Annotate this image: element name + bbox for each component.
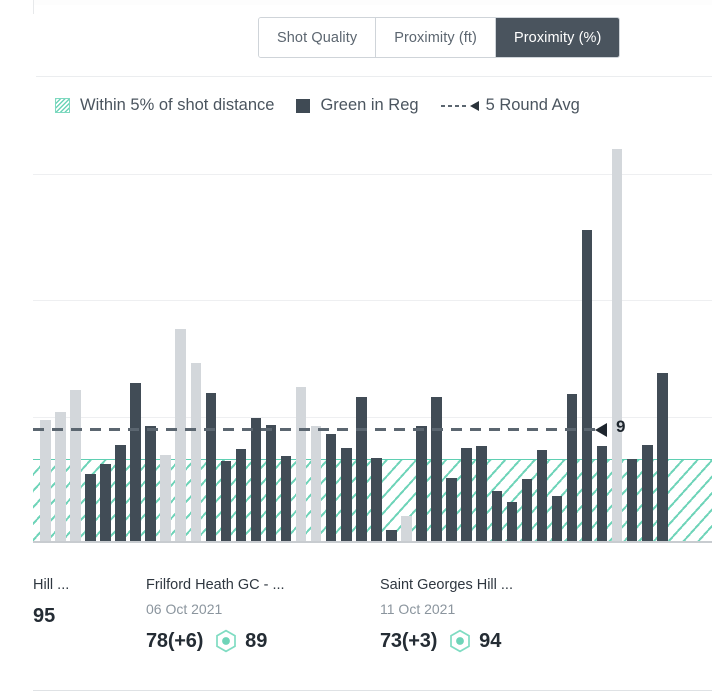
bar-green-reg-26[interactable]	[431, 397, 442, 541]
bar-green-reg-31[interactable]	[507, 502, 518, 541]
bar-green-reg-22[interactable]	[371, 458, 382, 541]
bar-within-0[interactable]	[40, 420, 51, 541]
round-date: 06 Oct 2021	[146, 601, 346, 618]
proximity-chart-panel: Shot QualityProximity (ft)Proximity (%) …	[0, 0, 712, 698]
toggle-option-1[interactable]: Proximity (ft)	[376, 18, 496, 57]
bar-green-reg-35[interactable]	[567, 394, 578, 541]
legend-item-1: Green in Reg	[296, 96, 418, 115]
bar-green-reg-5[interactable]	[115, 445, 126, 541]
bar-green-reg-16[interactable]	[281, 456, 292, 541]
round-metric-value: 89	[245, 630, 267, 653]
bar-green-reg-30[interactable]	[492, 491, 503, 541]
legend-item-2: 5 Round Avg	[441, 96, 580, 115]
round-score: 78(+6)	[146, 630, 203, 653]
metric-toggle-group[interactable]: Shot QualityProximity (ft)Proximity (%)	[258, 17, 620, 58]
gridline-1	[33, 300, 712, 301]
average-line-marker-icon	[595, 423, 607, 437]
hex-dot-icon	[215, 629, 237, 653]
bar-green-reg-21[interactable]	[356, 397, 367, 541]
round-stats: 73(+3) 94	[380, 629, 580, 653]
round-stats: 95	[33, 605, 133, 628]
bar-within-10[interactable]	[191, 363, 202, 541]
bar-green-reg-13[interactable]	[236, 449, 247, 541]
bar-within-2[interactable]	[70, 390, 81, 541]
round-course-name: Hill ...	[33, 576, 133, 594]
round-metric-value: 94	[479, 630, 501, 653]
bar-green-reg-34[interactable]	[552, 496, 563, 541]
toggle-option-0[interactable]: Shot Quality	[259, 18, 376, 57]
x-axis-baseline	[33, 541, 712, 543]
round-course-name: Frilford Heath GC - ...	[146, 576, 346, 594]
bar-green-reg-20[interactable]	[341, 448, 352, 541]
bar-green-reg-36[interactable]	[582, 230, 593, 541]
bar-green-reg-28[interactable]	[461, 448, 472, 541]
bar-green-reg-37[interactable]	[597, 446, 608, 541]
bar-within-24[interactable]	[401, 516, 412, 541]
toggle-option-2[interactable]: Proximity (%)	[496, 18, 620, 57]
bar-green-reg-15[interactable]	[266, 425, 277, 541]
round-stats: 78(+6) 89	[146, 629, 346, 653]
bar-green-reg-32[interactable]	[522, 479, 533, 541]
legend-label: Green in Reg	[320, 96, 418, 115]
bar-green-reg-12[interactable]	[221, 461, 232, 541]
panel-top-strip	[34, 0, 712, 5]
round-card-0[interactable]: Hill ... 95	[33, 576, 133, 628]
bar-within-8[interactable]	[160, 455, 171, 541]
round-label-row: Hill ... 95 Frilford Heath GC - ... 06 Oct …	[0, 576, 712, 676]
bar-green-reg-7[interactable]	[145, 426, 156, 541]
bar-green-reg-23[interactable]	[386, 530, 397, 541]
hex-dot-icon	[449, 629, 471, 653]
bar-green-reg-39[interactable]	[627, 459, 638, 541]
bar-green-reg-40[interactable]	[642, 445, 653, 541]
round-card-1[interactable]: Frilford Heath GC - ... 06 Oct 2021 78(+6)…	[146, 576, 346, 653]
chart-legend: Within 5% of shot distance Green in Reg 5 …	[55, 96, 580, 115]
round-card-2[interactable]: Saint Georges Hill ... 11 Oct 2021 73(+3) 9…	[380, 576, 580, 653]
panel-left-edge	[33, 0, 34, 14]
gridline-0	[33, 174, 712, 175]
filled-square-icon	[296, 99, 310, 113]
bar-green-reg-41[interactable]	[657, 373, 668, 541]
bar-green-reg-6[interactable]	[130, 383, 141, 541]
bar-green-reg-19[interactable]	[326, 434, 337, 541]
bar-green-reg-11[interactable]	[206, 393, 217, 541]
bar-within-9[interactable]	[175, 329, 186, 541]
five-round-average-line	[33, 428, 595, 431]
bar-within-18[interactable]	[311, 426, 322, 541]
round-date: 11 Oct 2021	[380, 601, 580, 618]
bar-green-reg-25[interactable]	[416, 426, 427, 541]
legend-label: Within 5% of shot distance	[80, 96, 274, 115]
divider-bottom	[33, 690, 712, 691]
bar-within-1[interactable]	[55, 412, 66, 542]
divider-below-toggle	[36, 76, 712, 77]
bar-green-reg-14[interactable]	[251, 418, 262, 541]
round-metric-value: 95	[33, 605, 55, 628]
chart-plot-area: 9	[33, 140, 712, 543]
bar-green-reg-27[interactable]	[446, 478, 457, 542]
hatched-square-icon	[55, 98, 70, 113]
bar-within-38[interactable]	[612, 149, 623, 541]
bar-green-reg-29[interactable]	[476, 446, 487, 541]
round-course-name: Saint Georges Hill ...	[380, 576, 580, 594]
legend-label: 5 Round Avg	[486, 96, 580, 115]
bar-green-reg-33[interactable]	[537, 450, 548, 541]
legend-item-0: Within 5% of shot distance	[55, 96, 274, 115]
bar-within-17[interactable]	[296, 387, 307, 541]
dashed-line-marker-icon	[441, 100, 479, 112]
average-value-label: 9	[616, 417, 625, 437]
bar-green-reg-3[interactable]	[85, 474, 96, 541]
round-score: 73(+3)	[380, 630, 437, 653]
bar-green-reg-4[interactable]	[100, 464, 111, 541]
